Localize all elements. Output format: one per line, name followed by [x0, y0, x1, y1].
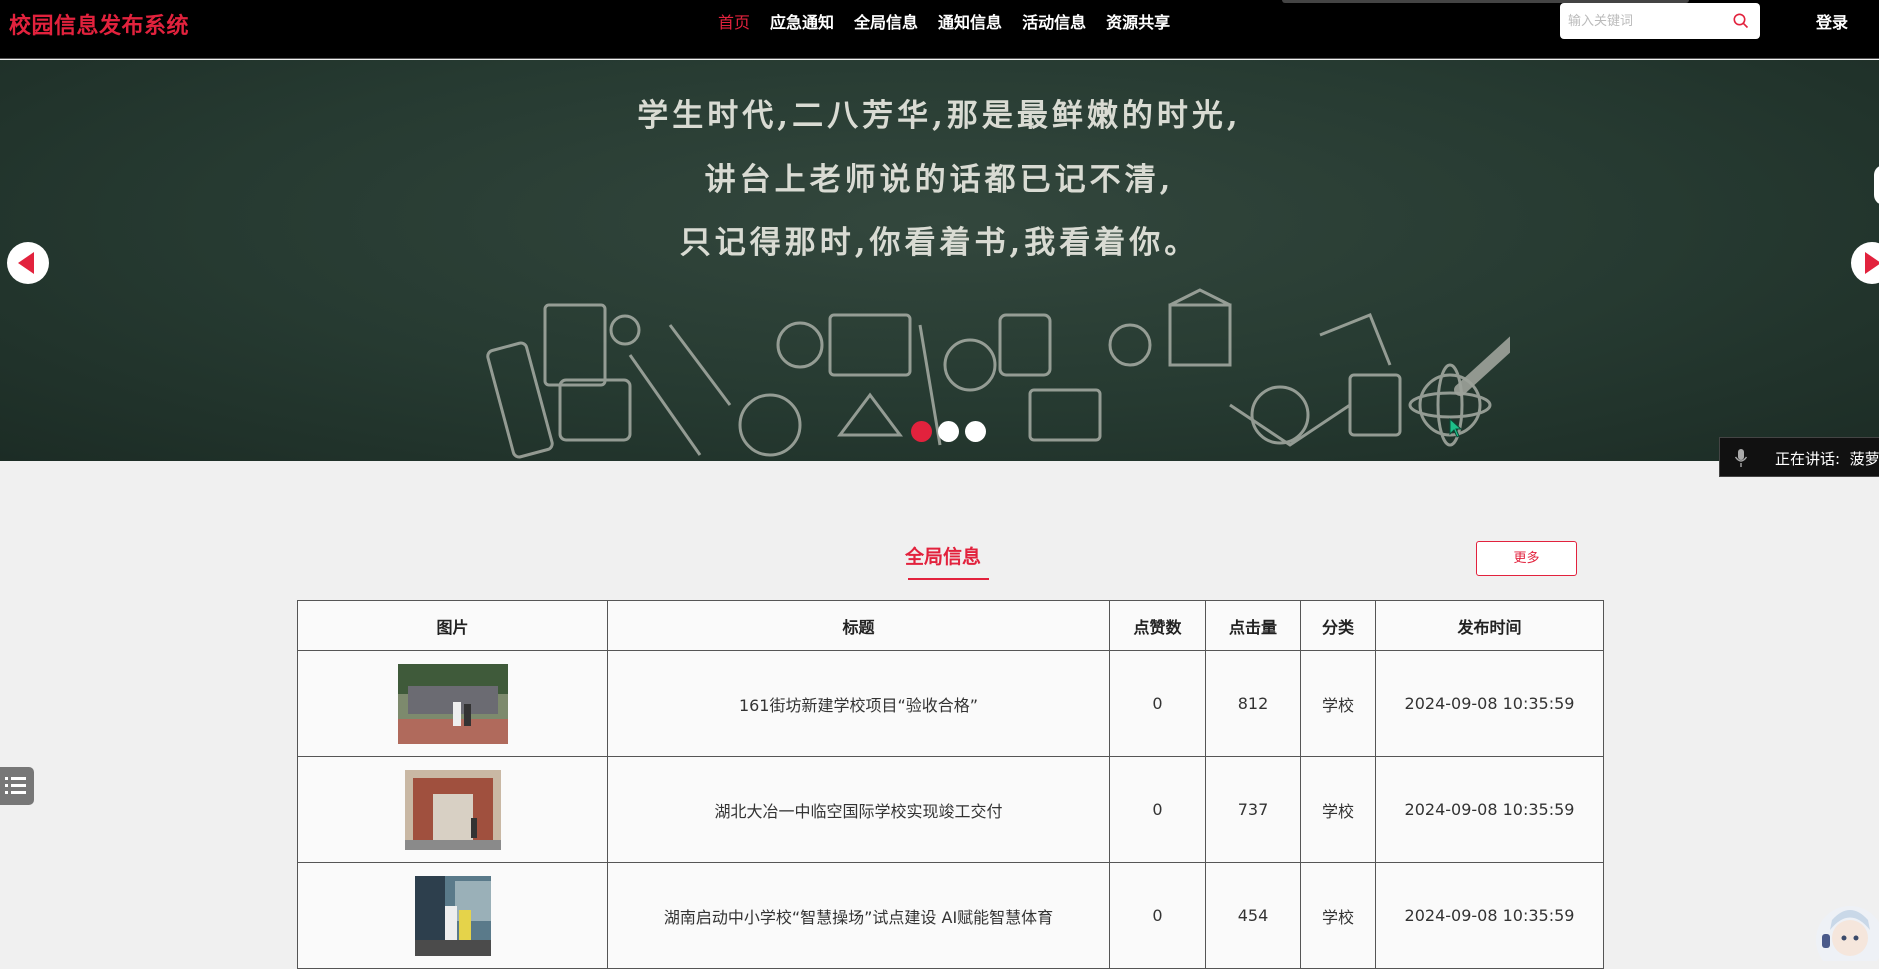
carousel-dot-3[interactable] [965, 421, 986, 442]
search-icon[interactable] [1732, 12, 1750, 30]
carousel-indicators [911, 421, 986, 442]
main-nav: 首页 应急通知 全局信息 通知信息 活动信息 资源共享 [718, 9, 1190, 33]
carousel-dot-2[interactable] [938, 421, 959, 442]
row-likes: 0 [1109, 862, 1206, 969]
table-header-row: 图片 标题 点赞数 点击量 分类 发布时间 [297, 600, 1604, 651]
row-thumbnail-image[interactable] [414, 875, 491, 956]
carousel-next-button[interactable] [1851, 242, 1879, 284]
speaking-status: 正在讲话: 菠萝 [1775, 448, 1879, 469]
row-thumbnail-cell [297, 756, 608, 863]
banner-line-2: 讲台上老师说的话都已记不清, [704, 162, 1175, 198]
more-button[interactable]: 更多 [1476, 541, 1577, 576]
nav-activity-info[interactable]: 活动信息 [1022, 9, 1086, 33]
col-image: 图片 [297, 600, 608, 651]
banner-line-3: 只记得那时,你看着书,我看着你。 [679, 225, 1200, 261]
speaking-name: 菠萝 [1849, 450, 1879, 468]
row-thumbnail-image[interactable] [404, 769, 501, 850]
info-table: 图片 标题 点赞数 点击量 分类 发布时间 161街坊新建学校项目“验收合格” … [297, 600, 1604, 969]
chevron-right-icon [1865, 252, 1879, 274]
row-thumbnail-image[interactable] [397, 663, 508, 744]
row-clicks: 454 [1205, 862, 1301, 969]
list-icon [5, 777, 26, 794]
search-box [1560, 3, 1760, 39]
nav-resource-share[interactable]: 资源共享 [1106, 9, 1170, 33]
site-brand[interactable]: 校园信息发布系统 [9, 8, 189, 40]
nav-home[interactable]: 首页 [718, 9, 750, 33]
table-row[interactable]: 湖南启动中小学校“智慧操场”试点建设 AI赋能智慧体育 0 454 学校 202… [297, 862, 1604, 969]
col-publish-time: 发布时间 [1375, 600, 1604, 651]
row-likes: 0 [1109, 756, 1206, 863]
row-category: 学校 [1300, 650, 1376, 757]
side-float-badge[interactable] [1874, 165, 1879, 205]
nav-global-info[interactable]: 全局信息 [854, 9, 918, 33]
chevron-left-icon [18, 252, 34, 274]
row-time: 2024-09-08 10:35:59 [1375, 862, 1604, 969]
mouse-cursor-icon [1449, 418, 1463, 438]
voice-speaking-widget[interactable]: 正在讲话: 菠萝 [1719, 437, 1879, 477]
row-title[interactable]: 湖北大冶一中临空国际学校实现竣工交付 [607, 756, 1110, 863]
row-likes: 0 [1109, 650, 1206, 757]
side-menu-toggle[interactable] [0, 767, 34, 805]
assistant-avatar[interactable] [1808, 900, 1879, 961]
speaking-label: 正在讲话: [1775, 450, 1841, 468]
row-clicks: 737 [1205, 756, 1301, 863]
col-category: 分类 [1300, 600, 1376, 651]
search-input[interactable] [1568, 10, 1728, 32]
col-likes: 点赞数 [1109, 600, 1206, 651]
col-clicks: 点击量 [1205, 600, 1301, 651]
school-doodles-illustration [486, 288, 1510, 459]
nav-emergency-notice[interactable]: 应急通知 [770, 9, 834, 33]
row-category: 学校 [1300, 862, 1376, 969]
row-title[interactable]: 161街坊新建学校项目“验收合格” [607, 650, 1110, 757]
nav-notice-info[interactable]: 通知信息 [938, 9, 1002, 33]
carousel-prev-button[interactable] [7, 242, 49, 284]
banner-line-1: 学生时代,二八芳华,那是最鲜嫩的时光, [637, 98, 1242, 134]
login-link[interactable]: 登录 [1816, 9, 1848, 33]
row-thumbnail-cell [297, 862, 608, 969]
carousel-dot-1[interactable] [911, 421, 932, 442]
row-time: 2024-09-08 10:35:59 [1375, 756, 1604, 863]
row-clicks: 812 [1205, 650, 1301, 757]
col-title: 标题 [607, 600, 1110, 651]
row-thumbnail-cell [297, 650, 608, 757]
table-row[interactable]: 湖北大冶一中临空国际学校实现竣工交付 0 737 学校 2024-09-08 1… [297, 756, 1604, 863]
row-time: 2024-09-08 10:35:59 [1375, 650, 1604, 757]
row-title[interactable]: 湖南启动中小学校“智慧操场”试点建设 AI赋能智慧体育 [607, 862, 1110, 969]
section-title-underline [908, 578, 989, 580]
row-category: 学校 [1300, 756, 1376, 863]
banner-carousel: 学生时代,二八芳华,那是最鲜嫩的时光, 讲台上老师说的话都已记不清, 只记得那时… [0, 60, 1879, 461]
microphone-icon [1734, 449, 1748, 467]
section-title: 全局信息 [905, 546, 982, 568]
top-navbar: 校园信息发布系统 首页 应急通知 全局信息 通知信息 活动信息 资源共享 登录 [0, 0, 1879, 59]
table-row[interactable]: 161街坊新建学校项目“验收合格” 0 812 学校 2024-09-08 10… [297, 650, 1604, 757]
